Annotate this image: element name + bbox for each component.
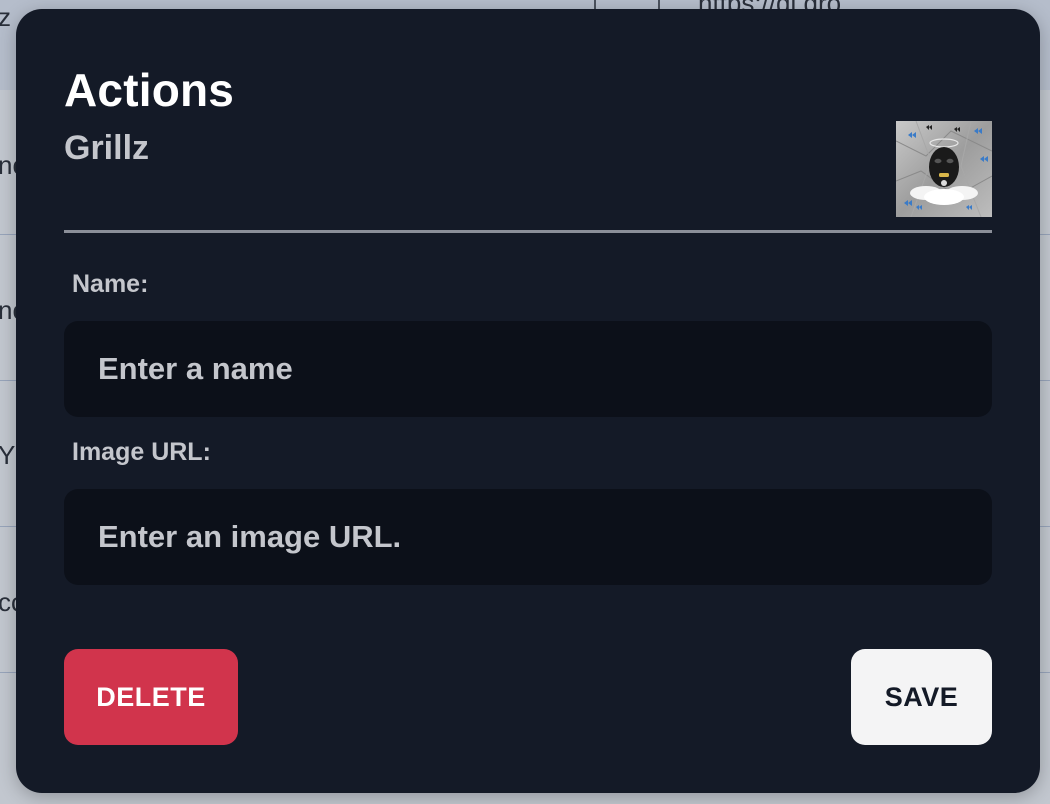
save-button[interactable]: SAVE	[851, 649, 992, 745]
name-label: Name:	[72, 270, 149, 298]
header-divider	[64, 230, 992, 233]
image-url-input[interactable]	[64, 489, 992, 585]
image-url-label: Image URL:	[72, 438, 211, 466]
delete-button[interactable]: DELETE	[64, 649, 238, 745]
item-name: Grillz	[64, 129, 150, 167]
actions-modal: Actions Grillz Name: Enter a name Image …	[16, 9, 1040, 793]
album-cover-image	[896, 121, 992, 217]
name-input[interactable]	[64, 321, 992, 417]
modal-title: Actions	[64, 64, 235, 116]
